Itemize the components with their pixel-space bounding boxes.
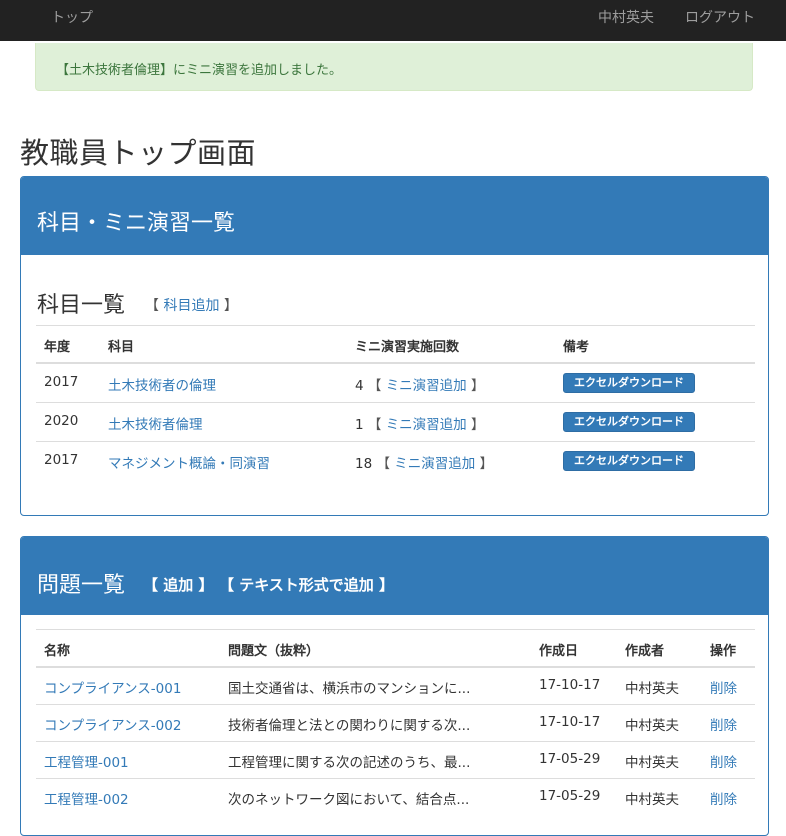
col-header-action: 操作 [710, 644, 737, 659]
subjects-panel: 科目・ミニ演習一覧 科目一覧 【 科目追加 】 年度 科目 ミニ演習実施回数 備… [20, 176, 769, 516]
question-excerpt: 次のネットワーク図において、結合点... [228, 792, 470, 808]
nav-logout-link[interactable]: ログアウト [685, 7, 755, 27]
question-name-link[interactable]: 工程管理-001 [44, 751, 129, 771]
excel-download-button[interactable]: エクセルダウンロード [563, 373, 695, 393]
subject-year: 2017 [44, 374, 79, 390]
nav-home-link[interactable]: トップ [51, 7, 93, 27]
delete-link[interactable]: 削除 [710, 751, 737, 771]
row-divider [36, 402, 755, 403]
excel-download-button[interactable]: エクセルダウンロード [563, 451, 695, 471]
subject-link[interactable]: 土木技術者倫理 [108, 413, 203, 433]
add-subject-link[interactable]: 科目追加 [163, 298, 219, 314]
row-divider [36, 441, 755, 442]
row-divider [36, 704, 755, 705]
add-question-link[interactable]: 追加 [163, 576, 193, 594]
question-excerpt: 工程管理に関する次の記述のうち、最... [228, 755, 471, 771]
question-date: 17-10-17 [539, 677, 601, 693]
col-header-subject: 科目 [108, 340, 135, 355]
table-header-border [36, 362, 755, 364]
question-author: 中村英夫 [625, 718, 679, 734]
text-add-link-wrap: 【 テキスト形式で追加 】 [219, 576, 395, 594]
col-header-note: 備考 [563, 340, 590, 355]
add-subject-link-wrap: 【 科目追加 】 [145, 298, 238, 314]
add-question-link-wrap: 【 追加 】 [143, 576, 214, 594]
subject-link[interactable]: マネジメント概論・同演習 [108, 452, 270, 472]
question-author: 中村英夫 [625, 755, 679, 771]
table-header-border [36, 666, 755, 668]
navbar: トップ 中村英夫 ログアウト [0, 0, 786, 41]
col-header-year: 年度 [44, 340, 71, 355]
question-name-link[interactable]: コンプライアンス-001 [44, 677, 181, 697]
delete-link[interactable]: 削除 [710, 714, 737, 734]
question-author: 中村英夫 [625, 681, 679, 697]
col-header-text: 問題文（抜粋） [228, 644, 320, 659]
col-header-count: ミニ演習実施回数 [355, 340, 460, 355]
excel-download-button[interactable]: エクセルダウンロード [563, 412, 695, 432]
question-name-link[interactable]: コンプライアンス-002 [44, 714, 181, 734]
add-exercise-link[interactable]: ミニ演習追加 [386, 417, 467, 433]
delete-link[interactable]: 削除 [710, 677, 737, 697]
question-excerpt: 国土交通省は、横浜市のマンションに... [228, 681, 471, 697]
question-name-link[interactable]: 工程管理-002 [44, 788, 129, 808]
success-alert: 【土木技術者倫理】にミニ演習を追加しました。 [35, 43, 753, 91]
col-header-date: 作成日 [539, 644, 579, 659]
subject-list-title: 科目一覧 [37, 293, 126, 318]
question-date: 17-05-29 [539, 751, 601, 767]
text-format-add-link[interactable]: テキスト形式で追加 [239, 576, 374, 594]
questions-panel-title: 問題一覧 [37, 573, 126, 598]
row-divider [36, 741, 755, 742]
questions-panel: 問題一覧 【 追加 】 【 テキスト形式で追加 】 名称 問題文（抜粋） 作成日… [20, 536, 769, 836]
table-top-border [36, 629, 755, 630]
table-top-border [36, 325, 755, 326]
col-header-author: 作成者 [625, 644, 665, 659]
nav-user-name[interactable]: 中村英夫 [598, 7, 654, 27]
row-divider [36, 778, 755, 779]
subjects-panel-heading: 科目・ミニ演習一覧 [21, 177, 768, 255]
add-exercise-link[interactable]: ミニ演習追加 [386, 378, 467, 394]
subject-link[interactable]: 土木技術者の倫理 [108, 374, 216, 394]
question-date: 17-10-17 [539, 714, 601, 730]
subject-year: 2020 [44, 413, 79, 429]
subjects-panel-title: 科目・ミニ演習一覧 [37, 211, 236, 236]
exercise-count: 18 【 ミニ演習追加 】 [355, 456, 494, 472]
add-exercise-link[interactable]: ミニ演習追加 [394, 456, 475, 472]
question-date: 17-05-29 [539, 788, 601, 804]
questions-panel-heading: 問題一覧 【 追加 】 【 テキスト形式で追加 】 [21, 537, 768, 615]
exercise-count: 4 【 ミニ演習追加 】 [355, 378, 485, 394]
exercise-count: 1 【 ミニ演習追加 】 [355, 417, 485, 433]
question-author: 中村英夫 [625, 792, 679, 808]
delete-link[interactable]: 削除 [710, 788, 737, 808]
question-excerpt: 技術者倫理と法との関わりに関する次... [228, 718, 471, 734]
page-title: 教職員トップ画面 [20, 136, 257, 170]
col-header-name: 名称 [44, 644, 71, 659]
subject-year: 2017 [44, 452, 79, 468]
alert-message: 【土木技術者倫理】にミニ演習を追加しました。 [56, 63, 343, 78]
